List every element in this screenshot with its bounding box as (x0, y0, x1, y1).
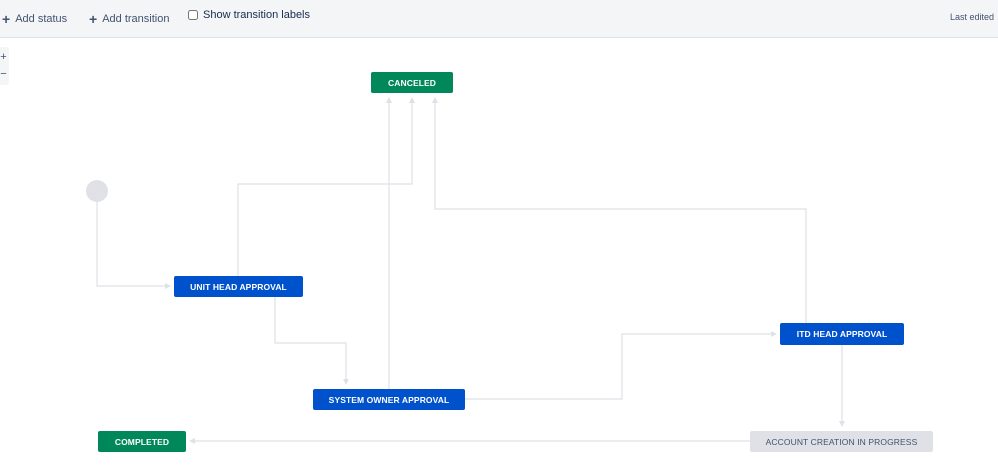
status-completed[interactable]: COMPLETED (98, 431, 186, 452)
transition-start-to-unit-head (96, 202, 171, 289)
status-system-owner-approval[interactable]: SYSTEM OWNER APPROVAL (313, 389, 465, 410)
status-itd-head-approval[interactable]: ITD HEAD APPROVAL (780, 323, 904, 345)
start-node[interactable] (86, 180, 108, 202)
status-canceled[interactable]: CANCELED (371, 72, 453, 93)
transition-connectors (96, 97, 845, 444)
transition-system-owner-to-itd-head (465, 331, 777, 400)
status-account-creation-in-progress[interactable]: ACCOUNT CREATION IN PROGRESS (750, 431, 933, 452)
status-unit-head-approval[interactable]: UNIT HEAD APPROVAL (174, 276, 303, 297)
transition-unit-head-to-system-owner (274, 297, 349, 385)
transition-unit-head-to-canceled (237, 97, 415, 276)
transition-itd-head-to-canceled (432, 97, 807, 324)
